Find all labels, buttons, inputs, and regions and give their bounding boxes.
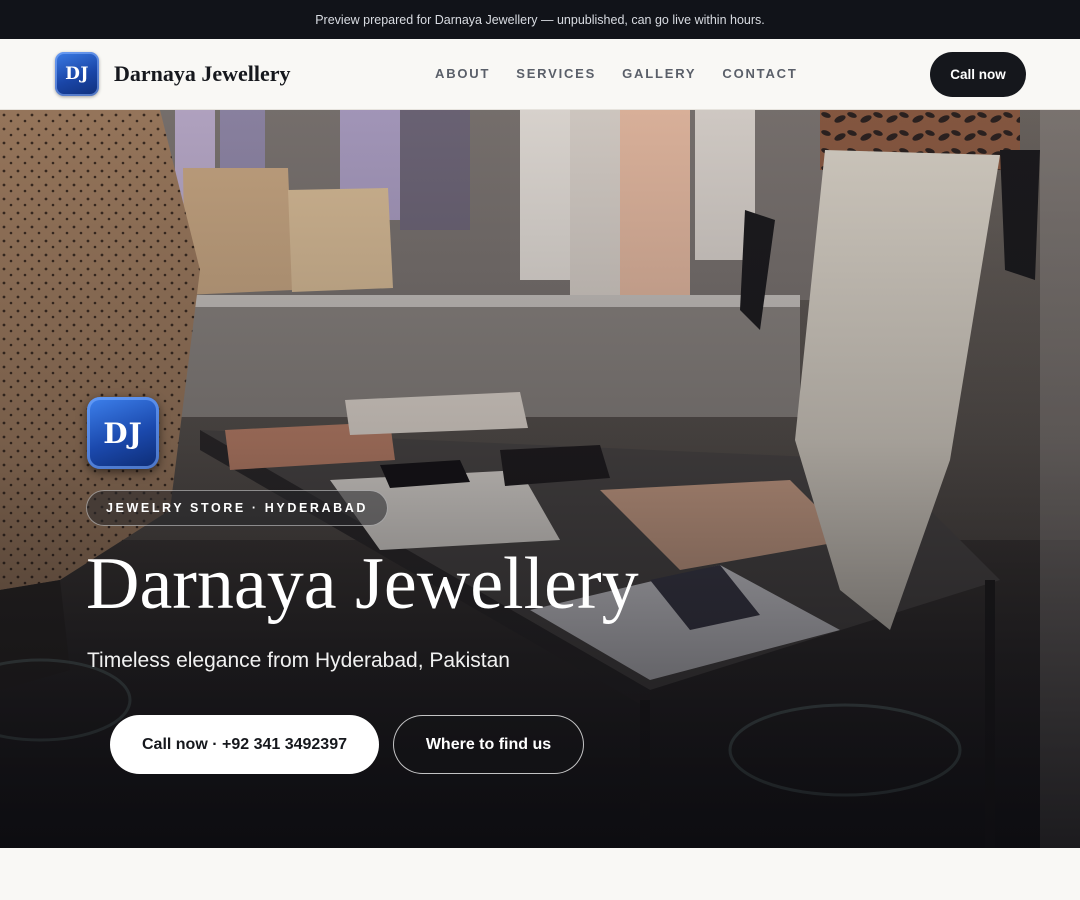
preview-banner-text: Preview prepared for Darnaya Jewellery —… [315, 12, 765, 27]
logo-badge: DJ [55, 52, 99, 96]
hero-category-tag: JEWELRY STORE · HYDERABAD [86, 490, 389, 526]
nav-link-about[interactable]: ABOUT [435, 66, 490, 81]
hero-directions-button[interactable]: Where to find us [393, 715, 584, 774]
hero-call-button[interactable]: Call now · +92 341 3492397 [110, 715, 379, 774]
nav-link-contact[interactable]: CONTACT [722, 66, 797, 81]
hero-subtitle: Timeless elegance from Hyderabad, Pakist… [87, 649, 510, 672]
site-header: DJ Darnaya Jewellery ABOUT SERVICES GALL… [0, 39, 1080, 110]
nav-link-services[interactable]: SERVICES [516, 66, 596, 81]
nav-link-gallery[interactable]: GALLERY [622, 66, 696, 81]
header-call-button[interactable]: Call now [930, 52, 1026, 97]
brand-name: Darnaya Jewellery [114, 61, 291, 86]
hero-logo-badge: DJ [87, 397, 159, 469]
main-nav: ABOUT SERVICES GALLERY CONTACT [435, 66, 824, 81]
brand[interactable]: DJ Darnaya Jewellery [55, 52, 291, 96]
hero-title: Darnaya Jewellery [86, 543, 639, 625]
hero-section: DJ JEWELRY STORE · HYDERABAD Darnaya Jew… [0, 110, 1080, 848]
preview-banner: Preview prepared for Darnaya Jewellery —… [0, 0, 1080, 39]
